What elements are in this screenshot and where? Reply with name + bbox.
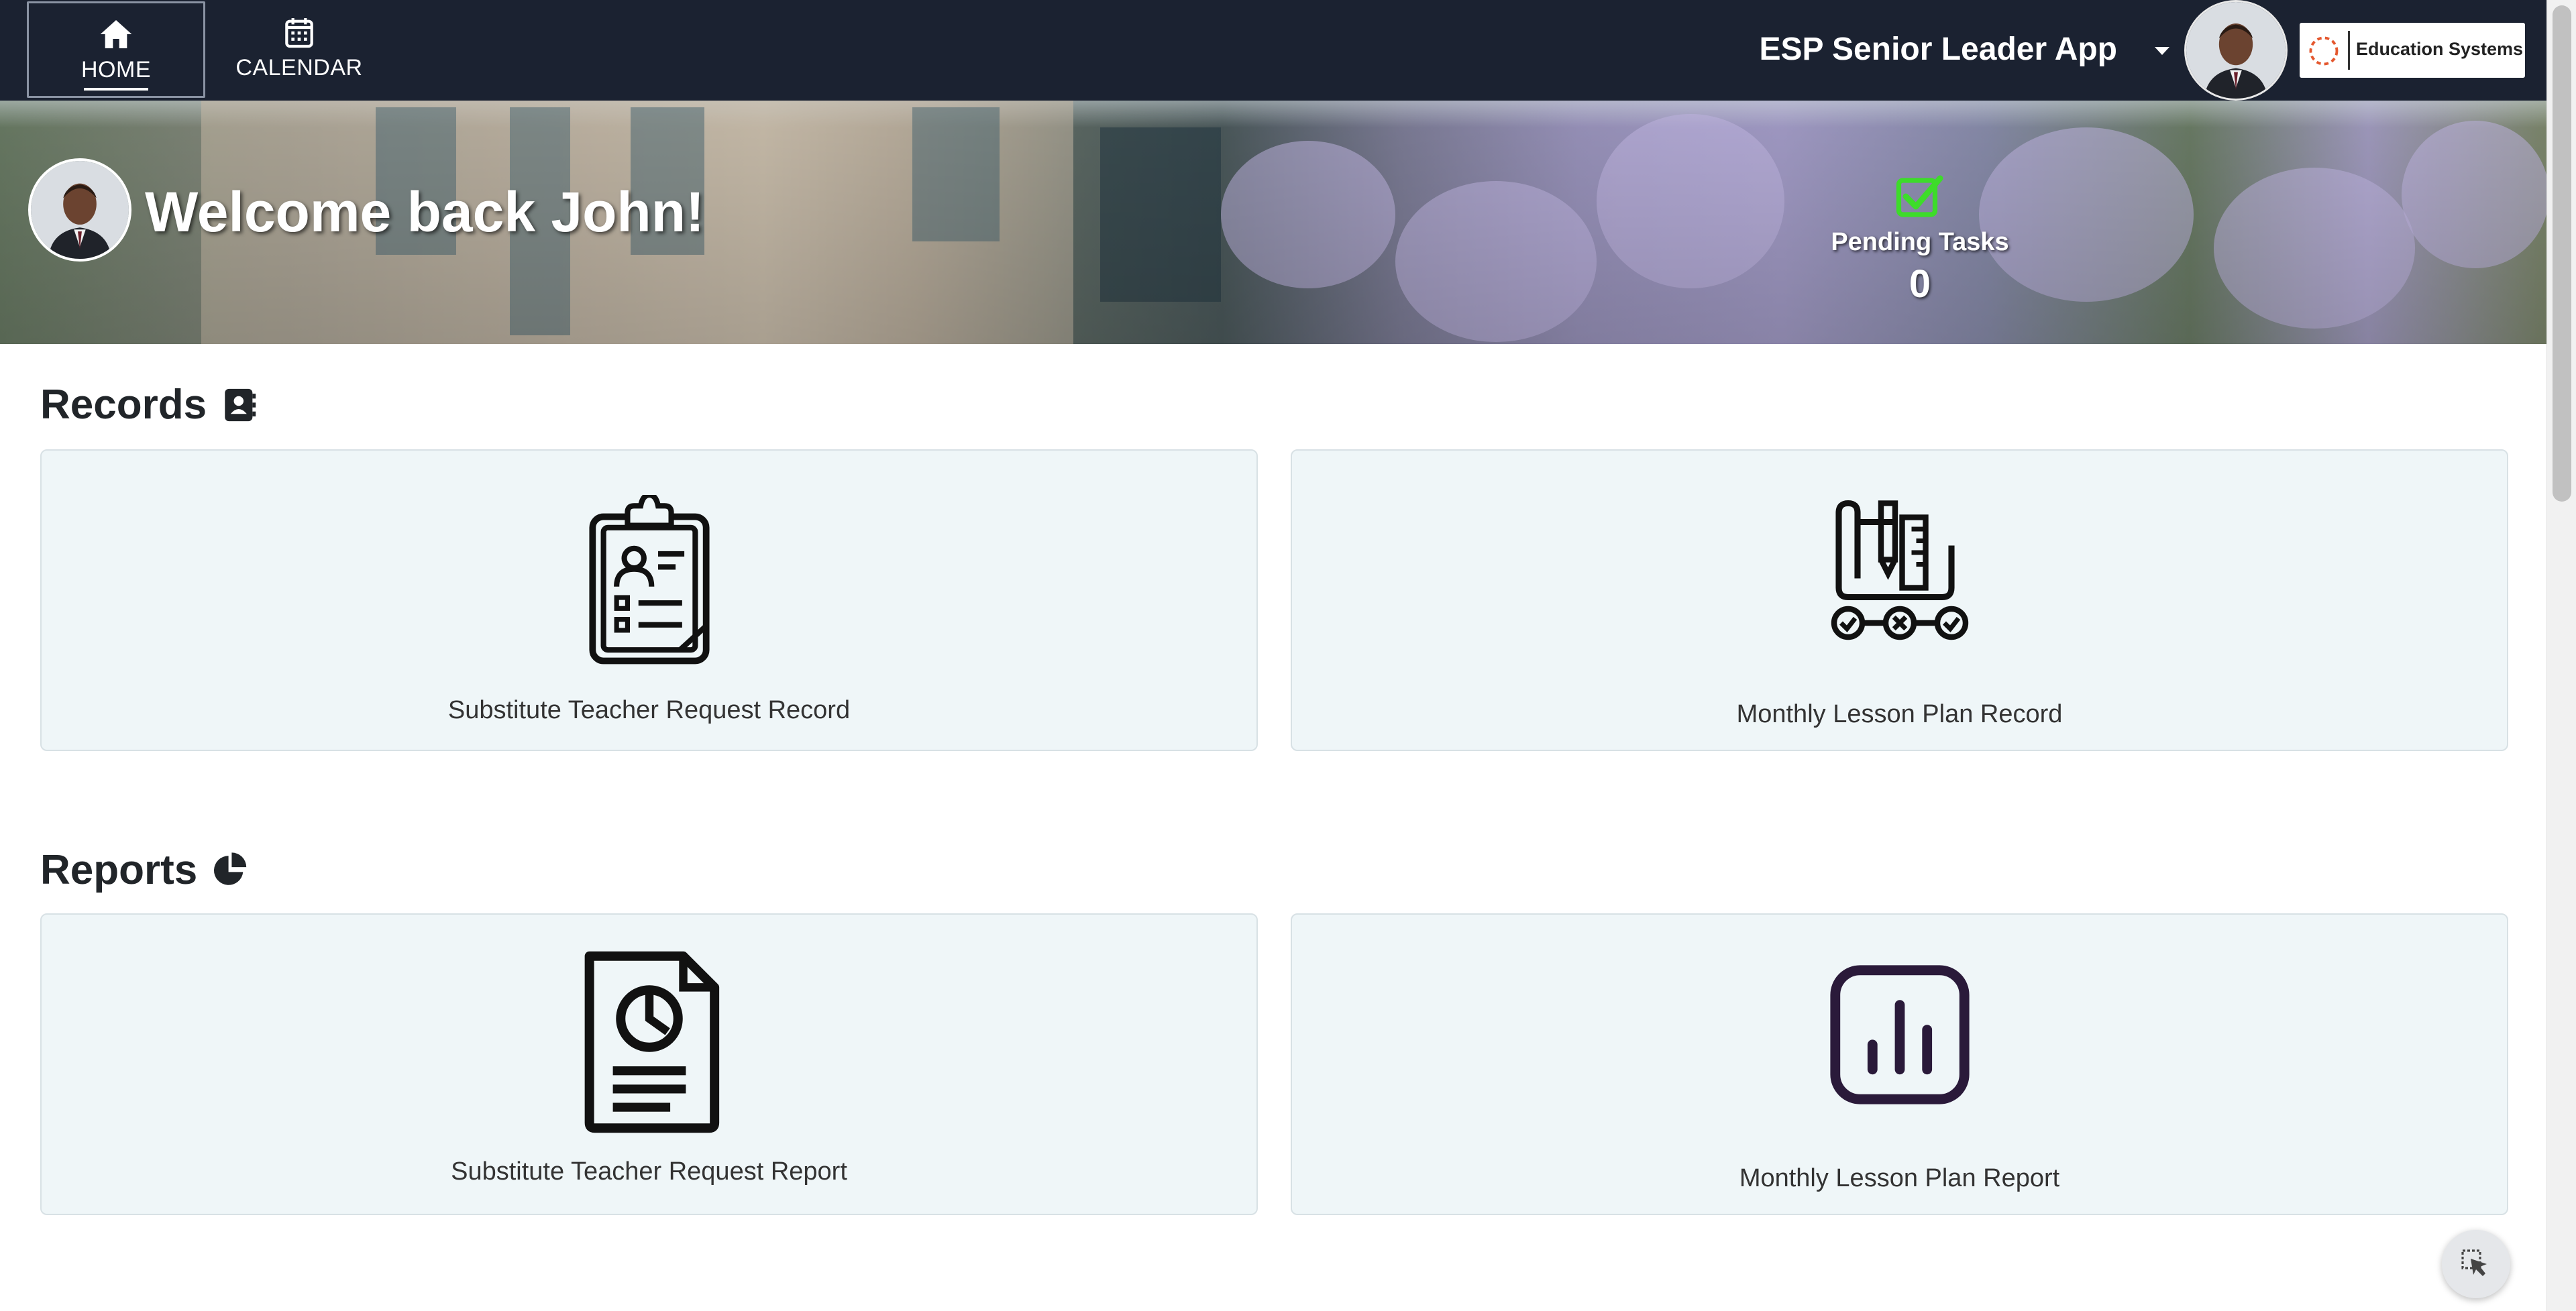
pending-tasks-label[interactable]: Pending Tasks — [1811, 228, 2029, 257]
card-label: Substitute Teacher Request Report — [451, 1157, 847, 1186]
records-title: Records — [40, 382, 207, 428]
pending-tasks-count[interactable]: 0 — [1811, 262, 2029, 306]
reports-title: Reports — [40, 847, 198, 893]
welcome-avatar — [28, 158, 131, 262]
vertical-scrollbar[interactable] — [2546, 0, 2576, 1311]
clipboard-person-icon — [588, 495, 710, 665]
card-label: Monthly Lesson Plan Report — [1739, 1164, 2060, 1192]
caret-down-icon[interactable] — [2155, 47, 2169, 55]
substitute-teacher-request-report-card[interactable]: Substitute Teacher Request Report — [40, 913, 1258, 1215]
card-label: Monthly Lesson Plan Record — [1736, 700, 2063, 728]
reports-heading: Reports — [40, 846, 250, 894]
top-navbar: HOME CALENDAR ESP Senior Leader App Educ… — [0, 0, 2546, 101]
tab-calendar[interactable]: CALENDAR — [210, 1, 388, 98]
cursor-select-icon — [2461, 1249, 2487, 1276]
monthly-lesson-plan-report-card[interactable]: Monthly Lesson Plan Report — [1291, 913, 2508, 1215]
welcome-banner: Welcome back John! Pending Tasks 0 — [0, 101, 2546, 344]
tab-home-label: HOME — [81, 57, 151, 82]
pie-chart-icon — [214, 852, 247, 885]
monthly-lesson-plan-record-card[interactable]: Monthly Lesson Plan Record — [1291, 449, 2508, 751]
lesson-plan-tools-icon — [1831, 500, 1968, 640]
card-label: Substitute Teacher Request Record — [447, 696, 851, 724]
tab-calendar-label: CALENDAR — [235, 55, 363, 80]
active-tab-indicator — [84, 88, 148, 91]
brand-divider — [2348, 31, 2350, 70]
app-switcher[interactable]: ESP Senior Leader App — [1760, 31, 2117, 68]
calendar-icon — [285, 18, 313, 48]
substitute-teacher-request-record-card[interactable]: Substitute Teacher Request Record — [40, 449, 1258, 751]
tab-home[interactable]: HOME — [27, 1, 205, 98]
records-heading: Records — [40, 381, 259, 429]
user-avatar[interactable] — [2184, 0, 2288, 101]
welcome-message: Welcome back John! — [145, 180, 705, 243]
select-tool-button[interactable] — [2442, 1230, 2510, 1298]
brand-text: Education Systems — [2356, 39, 2524, 59]
scrollbar-thumb[interactable] — [2553, 5, 2571, 502]
check-square-icon[interactable] — [1896, 174, 1944, 219]
document-chart-icon — [584, 951, 719, 1133]
brand-ring-icon — [2309, 36, 2339, 66]
address-book-icon — [225, 388, 256, 421]
brand-logo: Education Systems — [2300, 23, 2525, 78]
home-icon — [100, 20, 132, 48]
bar-chart-square-icon — [1829, 965, 1970, 1104]
